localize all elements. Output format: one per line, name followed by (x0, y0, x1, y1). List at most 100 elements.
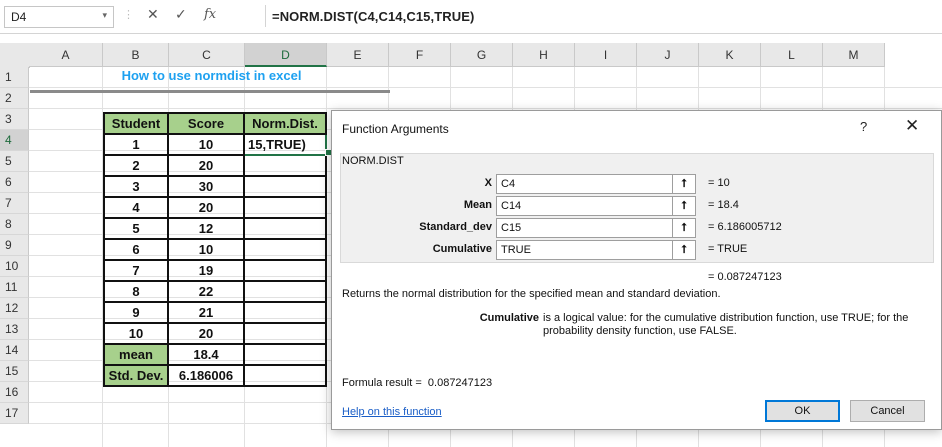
arg-input-mean[interactable]: C14 (496, 196, 675, 216)
student-cell[interactable]: 9 (103, 301, 169, 324)
norm-dist-cell[interactable] (243, 364, 327, 387)
arg-label-x: X (484, 177, 492, 189)
norm-dist-cell[interactable] (243, 301, 327, 324)
header-norm-dist[interactable]: Norm.Dist. (243, 112, 327, 135)
help-link[interactable]: Help on this function (342, 406, 442, 418)
column-header-c[interactable]: C (169, 43, 245, 67)
formula-text: =NORM.DIST(C4,C14,C15,TRUE) (272, 9, 475, 24)
student-cell[interactable]: 10 (103, 322, 169, 345)
row-header-6[interactable]: 6 (0, 172, 29, 193)
row-header-11[interactable]: 11 (0, 277, 29, 298)
close-icon[interactable]: ✕ (905, 116, 919, 136)
row-header-10[interactable]: 10 (0, 256, 29, 277)
std-dev-value[interactable]: 6.186006 (167, 364, 245, 387)
mean-label[interactable]: mean (103, 343, 169, 366)
score-cell[interactable]: 22 (167, 280, 245, 303)
select-all-corner[interactable] (0, 43, 30, 68)
column-header-i[interactable]: I (575, 43, 637, 67)
param-description: is a logical value: for the cumulative d… (543, 312, 909, 337)
row-header-2[interactable]: 2 (0, 88, 29, 109)
norm-dist-cell[interactable] (243, 196, 327, 219)
row-header-8[interactable]: 8 (0, 214, 29, 235)
score-cell[interactable]: 21 (167, 301, 245, 324)
score-cell[interactable]: 10 (167, 133, 245, 156)
mean-value[interactable]: 18.4 (167, 343, 245, 366)
column-header-f[interactable]: F (389, 43, 451, 67)
chevron-down-icon[interactable]: ▾ (102, 10, 107, 21)
row-header-14[interactable]: 14 (0, 340, 29, 361)
arg-input-cumulative[interactable]: TRUE (496, 240, 675, 260)
score-cell[interactable]: 20 (167, 154, 245, 177)
header-score[interactable]: Score (167, 112, 245, 135)
collapse-dialog-icon[interactable]: ⭡ (672, 218, 696, 238)
student-cell[interactable]: 1 (103, 133, 169, 156)
cancel-button[interactable]: Cancel (850, 400, 925, 422)
row-header-4[interactable]: 4 (0, 130, 29, 151)
score-cell[interactable]: 20 (167, 322, 245, 345)
collapse-dialog-icon[interactable]: ⭡ (672, 240, 696, 260)
name-box[interactable]: D4 ▾ (4, 6, 114, 28)
row-header-17[interactable]: 17 (0, 403, 29, 424)
score-cell[interactable]: 10 (167, 238, 245, 261)
column-header-j[interactable]: J (637, 43, 699, 67)
norm-dist-cell[interactable] (243, 280, 327, 303)
row-header-15[interactable]: 15 (0, 361, 29, 382)
column-header-k[interactable]: K (699, 43, 761, 67)
norm-dist-cell[interactable] (243, 175, 327, 198)
student-cell[interactable]: 5 (103, 217, 169, 240)
score-cell[interactable]: 12 (167, 217, 245, 240)
row-header-9[interactable]: 9 (0, 235, 29, 256)
header-student[interactable]: Student (103, 112, 169, 135)
student-cell[interactable]: 6 (103, 238, 169, 261)
norm-dist-cell[interactable] (243, 238, 327, 261)
norm-dist-cell[interactable] (243, 154, 327, 177)
row-header-5[interactable]: 5 (0, 151, 29, 172)
formula-result-label: Formula result = (342, 377, 422, 389)
norm-dist-cell[interactable] (243, 217, 327, 240)
column-header-d[interactable]: D (245, 43, 327, 67)
mean-row: mean 18.4 (103, 343, 327, 366)
check-icon[interactable]: ✓ (175, 6, 187, 23)
score-cell[interactable]: 19 (167, 259, 245, 282)
collapse-dialog-icon[interactable]: ⭡ (672, 174, 696, 194)
row-header-1[interactable]: 1 (0, 67, 29, 88)
student-cell[interactable]: 4 (103, 196, 169, 219)
column-header-l[interactable]: L (761, 43, 823, 67)
student-cell[interactable]: 2 (103, 154, 169, 177)
column-header-g[interactable]: G (451, 43, 513, 67)
student-cell[interactable]: 8 (103, 280, 169, 303)
insert-function-icon[interactable]: fx (204, 7, 216, 22)
row-header-13[interactable]: 13 (0, 319, 29, 340)
column-header-e[interactable]: E (327, 43, 389, 67)
help-icon[interactable]: ? (860, 119, 867, 134)
arg-input-x[interactable]: C4 (496, 174, 675, 194)
student-cell[interactable]: 7 (103, 259, 169, 282)
table-row: 9 21 (103, 301, 327, 324)
std-dev-label[interactable]: Std. Dev. (103, 364, 169, 387)
arg-input-value: C4 (501, 178, 516, 190)
active-cell[interactable]: 15,TRUE) (243, 133, 327, 156)
column-header-h[interactable]: H (513, 43, 575, 67)
norm-dist-cell[interactable] (243, 259, 327, 282)
formula-input[interactable]: =NORM.DIST(C4,C14,C15,TRUE) (265, 5, 941, 27)
student-table: Student Score Norm.Dist. 1 10 15,TRUE) 2 20 3 30 4… (103, 112, 327, 387)
score-cell[interactable]: 30 (167, 175, 245, 198)
row-header-7[interactable]: 7 (0, 193, 29, 214)
collapse-dialog-icon[interactable]: ⭡ (672, 196, 696, 216)
column-header-a[interactable]: A (29, 43, 103, 67)
result-value: = 0.087247123 (708, 271, 782, 283)
table-row: 8 22 (103, 280, 327, 303)
column-header-b[interactable]: B (103, 43, 169, 67)
norm-dist-cell[interactable] (243, 343, 327, 366)
row-header-3[interactable]: 3 (0, 109, 29, 130)
arg-evaluated-value: = TRUE (708, 243, 748, 255)
column-header-m[interactable]: M (823, 43, 885, 67)
row-header-16[interactable]: 16 (0, 382, 29, 403)
arg-input-standard-dev[interactable]: C15 (496, 218, 675, 238)
cancel-icon[interactable]: ✕ (147, 6, 159, 23)
row-header-12[interactable]: 12 (0, 298, 29, 319)
score-cell[interactable]: 20 (167, 196, 245, 219)
norm-dist-cell[interactable] (243, 322, 327, 345)
ok-button[interactable]: OK (765, 400, 840, 422)
student-cell[interactable]: 3 (103, 175, 169, 198)
